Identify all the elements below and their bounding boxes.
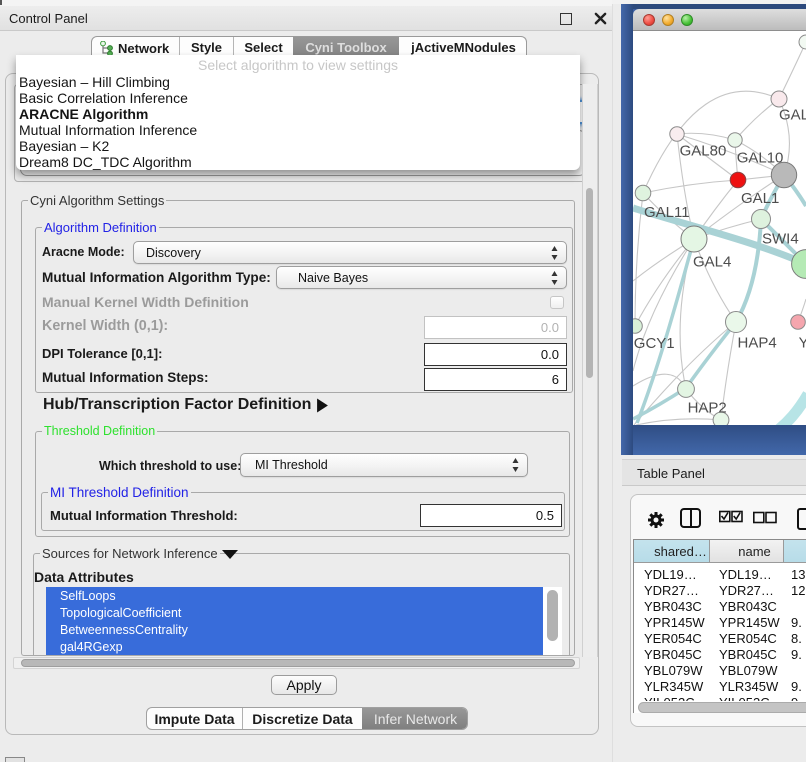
svg-text:GAL11: GAL11: [644, 204, 690, 221]
svg-text:GAL: GAL: [779, 107, 806, 124]
svg-text:HAP2: HAP2: [688, 399, 727, 416]
svg-text:GCY1: GCY1: [634, 335, 675, 352]
svg-text:Y: Y: [799, 335, 806, 352]
svg-text:SWI4: SWI4: [762, 231, 799, 248]
svg-text:GAL4: GAL4: [693, 254, 731, 271]
svg-text:GAL80: GAL80: [680, 143, 727, 160]
svg-text:GAL10: GAL10: [737, 150, 784, 167]
svg-text:HAP4: HAP4: [738, 335, 777, 352]
svg-text:GAL1: GAL1: [741, 190, 779, 207]
